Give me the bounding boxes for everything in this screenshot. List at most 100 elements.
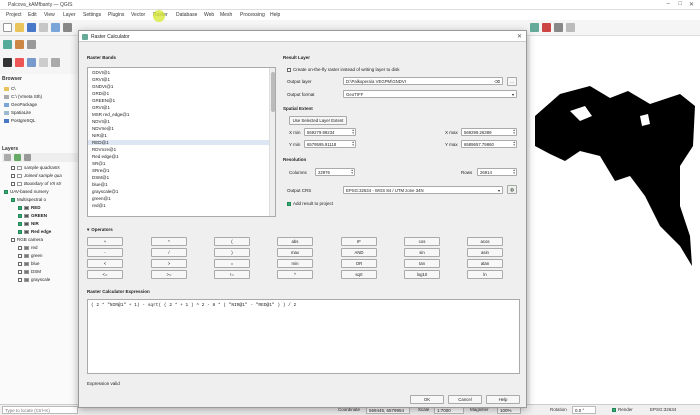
layer-visibility-checkbox[interactable] [18,277,22,282]
deselect-icon[interactable] [542,23,551,32]
processing-icon[interactable] [3,58,12,67]
layer-visibility-checkbox[interactable] [18,205,22,210]
new-project-icon[interactable] [3,23,12,32]
operator-button[interactable]: max [277,248,313,257]
operator-button[interactable]: = [214,259,250,268]
operator-button[interactable]: asin [467,248,503,257]
expression-editor[interactable]: ( 2 * "NIR@1" + 1) - sqrt( ( 2 * + 1 ) ^… [87,299,520,374]
band-item[interactable]: NDVI@1 [92,119,110,124]
layer-item[interactable]: RED [18,205,41,210]
layer-visibility-checkbox[interactable] [18,261,22,266]
dialog-close-icon[interactable]: ✕ [517,33,522,40]
layer-item[interactable]: grayscale [18,277,50,282]
menu-3[interactable]: Layer [63,12,76,18]
layer-visibility-checkbox[interactable] [18,245,22,250]
save-project-icon[interactable] [27,23,36,32]
band-item[interactable]: GDVI@1 [92,70,110,75]
raster-bands-list[interactable]: GDVI@1 GRVI@1 GNDVI@1 GRD@1 GREEN@1 GRVI@1 MSR… [87,67,276,217]
layer-item[interactable]: Red edge [18,229,51,234]
band-item[interactable]: GNDVI@1 [92,84,113,89]
create-on-fly-checkbox[interactable]: Create on-the-fly raster instead of writ… [287,67,400,72]
browse-output-button[interactable]: … [507,77,517,86]
band-item[interactable]: red@1 [92,203,106,208]
layer-item[interactable]: green [18,253,43,258]
operator-button[interactable]: < [87,259,123,268]
maximize-icon[interactable]: □ [678,1,682,7]
layer-visibility-checkbox[interactable] [18,221,22,226]
operator-button[interactable]: min [277,259,313,268]
xmax-field[interactable]: 569299.26389 ▴ ▾ [461,128,517,136]
browser-item[interactable]: GeoPackage [4,102,37,107]
band-item[interactable]: SRre@1 [92,168,109,173]
ymin-field[interactable]: 6579595.91118 ▴ ▾ [304,140,356,148]
output-format-select[interactable]: GeoTIFF ▾ [343,90,517,98]
python-console-icon[interactable] [15,58,24,67]
layer-item[interactable]: UAV-based nursery [4,189,49,194]
cancel-button[interactable]: Cancel [448,395,482,404]
band-item[interactable]: RED@1 [88,140,269,145]
menu-5[interactable]: Plugins [108,12,124,18]
layer-item[interactable]: sample quadrants [11,165,60,170]
toolbox-icon[interactable] [39,58,48,67]
rotation-field[interactable]: 0.0 ° [572,406,596,414]
operator-button[interactable]: >= [151,270,187,279]
layer-item[interactable]: Joined sample qua [11,173,62,178]
menu-4[interactable]: Settings [83,12,101,18]
layer-visibility-checkbox[interactable] [11,173,15,178]
operator-button[interactable]: log10 [404,270,440,279]
menu-1[interactable]: Edit [28,12,37,18]
operator-button[interactable]: acos [467,237,503,246]
settings-icon[interactable] [51,58,60,67]
operator-button[interactable]: != [214,270,250,279]
operator-button[interactable]: IF [341,237,377,246]
layer-visibility-checkbox[interactable] [4,189,8,194]
ymax-field[interactable]: 6589657.79860 ▴ ▾ [461,140,517,148]
layer-visibility-checkbox[interactable] [11,181,15,186]
layer-item[interactable]: red [18,245,38,250]
help-button[interactable]: Help [486,395,520,404]
add-vector-icon[interactable] [3,40,12,49]
close-icon[interactable]: ✕ [689,1,694,8]
layer-visibility-checkbox[interactable] [18,269,22,274]
filter-legend-icon[interactable] [24,154,31,161]
expression-text[interactable]: ( 2 * "NIR@1" + 1) - sqrt( ( 2 * + 1 ) ^… [91,303,296,308]
print-layout-icon[interactable] [39,23,48,32]
select-icon[interactable] [530,23,539,32]
band-item[interactable]: GRD@1 [92,91,109,96]
measure-icon[interactable] [566,23,575,32]
layer-visibility-checkbox[interactable] [11,237,15,242]
operator-button[interactable]: abs [277,237,313,246]
band-item[interactable]: GRVI@1 [92,77,110,82]
browser-item[interactable]: PostgreSQL [4,118,36,123]
operator-button[interactable]: sin [404,248,440,257]
operator-button[interactable]: ) [214,248,250,257]
operator-button[interactable]: AND [341,248,377,257]
locator-search-input[interactable]: Type to locate (Ctrl+K) [2,406,78,414]
add-raster-icon[interactable] [15,40,24,49]
menu-6[interactable]: Vector [131,12,145,18]
band-item[interactable]: MSR red_edge@1 [92,112,129,117]
plugins-icon[interactable] [27,58,36,67]
layer-item[interactable]: Boundary of VII str [11,181,61,186]
output-crs-select[interactable]: EPSG:32634 - WGS 84 / UTM zone 34N ▾ [343,186,503,194]
operator-button[interactable]: > [151,259,187,268]
layer-visibility-checkbox[interactable] [18,213,22,218]
operator-button[interactable]: ( [214,237,250,246]
band-item[interactable]: GREEN@1 [92,98,115,103]
band-item[interactable]: blue@1 [92,182,108,187]
operators-title[interactable]: ▾ Operators [87,227,113,233]
band-item[interactable]: green@1 [92,196,111,201]
operator-button[interactable]: ln [467,270,503,279]
band-item[interactable]: SR@1 [92,161,105,166]
menu-8[interactable]: Database [176,12,197,18]
render-checkbox[interactable]: Render [612,407,633,412]
operator-button[interactable]: tan [404,259,440,268]
layer-visibility-checkbox[interactable] [18,253,22,258]
ok-button[interactable]: OK [410,395,444,404]
add-group-icon[interactable] [14,154,21,161]
layer-visibility-checkbox[interactable] [11,197,15,202]
operator-button[interactable]: atan [467,259,503,268]
band-item[interactable]: NIR@1 [92,133,107,138]
map-canvas[interactable] [530,36,700,404]
operator-button[interactable]: sqrt [341,270,377,279]
